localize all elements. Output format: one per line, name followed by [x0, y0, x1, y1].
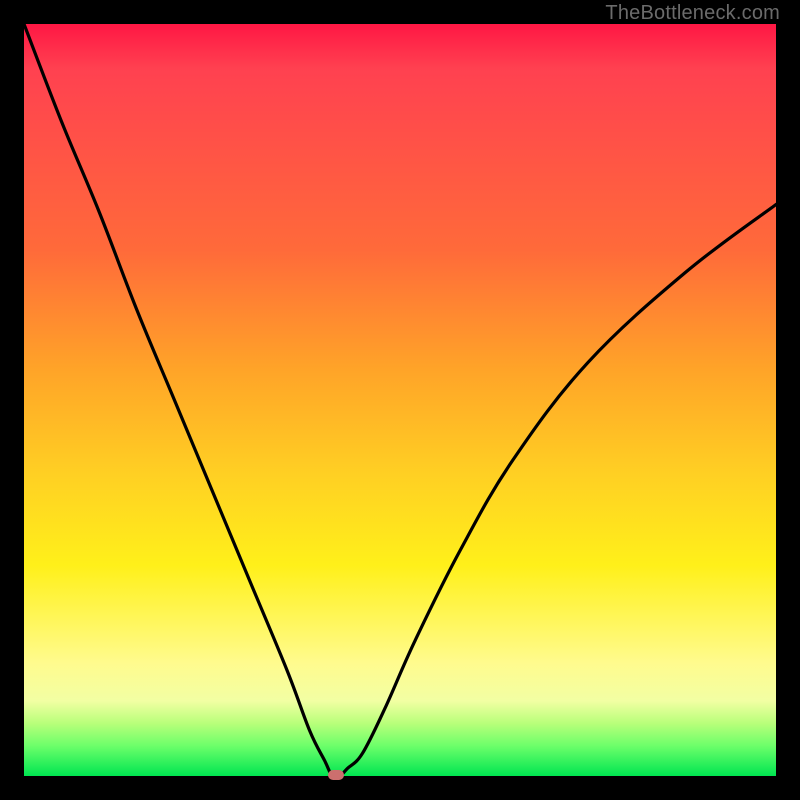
watermark-text: TheBottleneck.com: [605, 2, 780, 25]
bottleneck-curve: [24, 24, 776, 776]
chart-frame: TheBottleneck.com: [0, 0, 800, 800]
plot-area: [24, 24, 776, 776]
optimal-marker: [328, 770, 344, 780]
